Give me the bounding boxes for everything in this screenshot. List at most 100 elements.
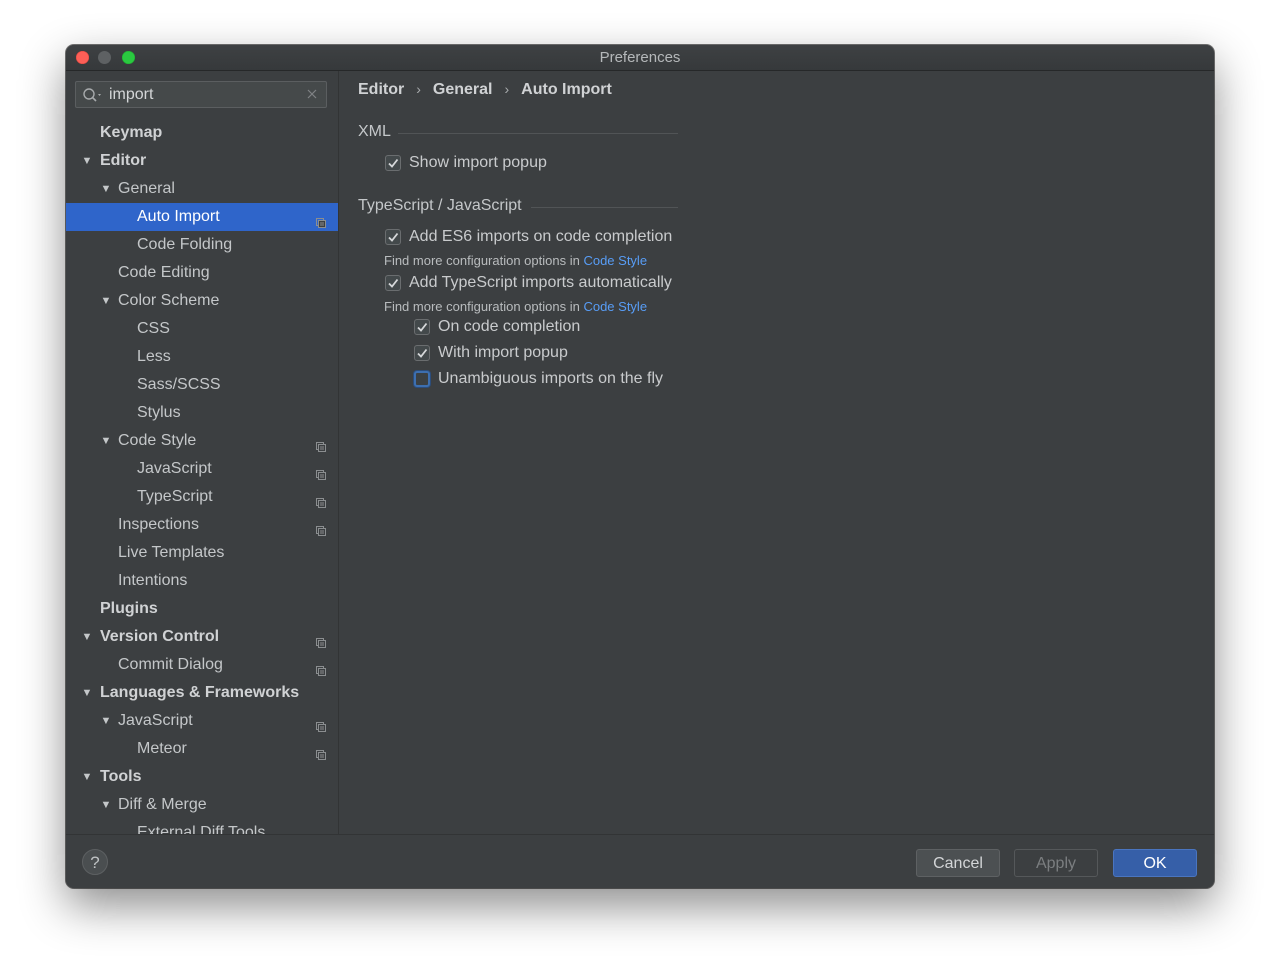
sidebar-item-languages-frameworks[interactable]: ▼ Languages & Frameworks <box>66 679 338 707</box>
expand-arrow-icon[interactable]: ▼ <box>100 707 112 735</box>
help-button[interactable]: ? <box>82 849 108 875</box>
sidebar-item-auto-import[interactable]: Auto Import <box>66 203 338 231</box>
sidebar-item-label: CSS <box>137 320 170 337</box>
sidebar-item-label: Commit Dialog <box>118 656 223 673</box>
typescript-section-divider <box>531 207 678 208</box>
on-code-completion-checkbox[interactable] <box>414 319 430 335</box>
checkmark-icon <box>417 348 428 358</box>
expand-arrow-icon[interactable]: ▼ <box>100 175 112 203</box>
typescript-config-hint: Find more configuration options in Code … <box>384 299 647 314</box>
checkmark-icon <box>417 322 428 332</box>
sidebar-item-plugins[interactable]: Plugins <box>66 595 338 623</box>
sidebar-item-label: Meteor <box>137 740 187 757</box>
checkmark-icon <box>388 278 399 288</box>
sidebar-item-label: Tools <box>100 768 142 785</box>
expand-arrow-icon[interactable]: ▼ <box>81 679 93 707</box>
search-input[interactable] <box>109 85 299 104</box>
sidebar-item-commit-dialog[interactable]: Commit Dialog <box>66 651 338 679</box>
sidebar-item-label: Auto Import <box>137 208 220 225</box>
sidebar-item-label: TypeScript <box>137 488 213 505</box>
code-style-link[interactable]: Code Style <box>583 299 647 314</box>
add-typescript-imports-checkbox[interactable] <box>385 275 401 291</box>
sidebar-item-label: JavaScript <box>137 460 212 477</box>
sidebar-item-stylus[interactable]: Stylus <box>66 399 338 427</box>
sidebar-item-less[interactable]: Less <box>66 343 338 371</box>
breadcrumb-separator: › <box>504 81 510 97</box>
sidebar-item-code-folding[interactable]: Code Folding <box>66 231 338 259</box>
ok-button[interactable]: OK <box>1113 849 1197 877</box>
project-settings-icon <box>315 463 327 480</box>
add-typescript-imports-label: Add TypeScript imports automatically <box>409 274 672 291</box>
sidebar-item-label: Languages & Frameworks <box>100 684 300 701</box>
unambiguous-imports-checkbox[interactable] <box>414 371 430 387</box>
project-settings-icon <box>315 743 327 760</box>
clear-search-icon[interactable] <box>306 88 318 100</box>
expand-arrow-icon[interactable]: ▼ <box>100 287 112 315</box>
sidebar-item-code-editing[interactable]: Code Editing <box>66 259 338 287</box>
project-settings-icon <box>315 631 327 648</box>
xml-section-divider <box>398 133 678 134</box>
on-code-completion-label: On code completion <box>438 318 581 335</box>
expand-arrow-icon[interactable]: ▼ <box>81 623 93 651</box>
sidebar-item-sass-scss[interactable]: Sass/SCSS <box>66 371 338 399</box>
sidebar-item-tools[interactable]: ▼ Tools <box>66 763 338 791</box>
sidebar-item-css[interactable]: CSS <box>66 315 338 343</box>
settings-search-box[interactable] <box>75 81 327 108</box>
expand-arrow-icon[interactable]: ▼ <box>100 791 112 819</box>
settings-sidebar: Keymap ▼ Editor ▼ General Auto Import Code Fol… <box>66 71 339 835</box>
sidebar-item-javascript[interactable]: JavaScript <box>66 455 338 483</box>
sidebar-item-editor[interactable]: ▼ Editor <box>66 147 338 175</box>
sidebar-item-label: Plugins <box>100 600 158 617</box>
sidebar-item-diff-merge[interactable]: ▼ Diff & Merge <box>66 791 338 819</box>
expand-arrow-icon[interactable]: ▼ <box>81 763 93 791</box>
sidebar-item-keymap[interactable]: Keymap <box>66 119 338 147</box>
sidebar-item-meteor[interactable]: Meteor <box>66 735 338 763</box>
sidebar-item-label: Version Control <box>100 628 220 645</box>
show-import-popup-checkbox[interactable] <box>385 155 401 171</box>
sidebar-item-intentions[interactable]: Intentions <box>66 567 338 595</box>
expand-arrow-icon[interactable]: ▼ <box>81 147 93 175</box>
expand-arrow-icon[interactable]: ▼ <box>100 427 112 455</box>
sidebar-item-label: Intentions <box>118 572 188 589</box>
project-settings-icon <box>315 435 327 452</box>
hint-text: Find more configuration options in <box>384 299 584 314</box>
project-settings-icon <box>315 715 327 732</box>
with-import-popup-label: With import popup <box>438 344 568 361</box>
sidebar-item-javascript[interactable]: ▼ JavaScript <box>66 707 338 735</box>
sidebar-item-label: Sass/SCSS <box>137 376 221 393</box>
breadcrumb-separator: › <box>416 81 421 97</box>
sidebar-item-label: Less <box>137 348 171 365</box>
typescript-section-title: TypeScript / JavaScript <box>358 197 522 214</box>
breadcrumb-general[interactable]: General <box>433 81 493 99</box>
sidebar-item-label: Editor <box>100 152 147 169</box>
sidebar-item-label: Color Scheme <box>118 292 220 309</box>
sidebar-item-external-diff-tools[interactable]: External Diff Tools <box>66 819 338 835</box>
breadcrumb-editor[interactable]: Editor <box>358 81 404 99</box>
preferences-window: Preferences Keymap ▼ Editor ▼ General Auto Im… <box>66 45 1214 888</box>
show-import-popup-label: Show import popup <box>409 154 547 171</box>
settings-tree: Keymap ▼ Editor ▼ General Auto Import Code Fol… <box>66 119 338 835</box>
code-style-link[interactable]: Code Style <box>583 253 647 268</box>
cancel-button[interactable]: Cancel <box>916 849 1000 877</box>
window-title: Preferences <box>599 49 681 66</box>
hint-text: Find more configuration options in <box>384 253 584 268</box>
sidebar-item-label: External Diff Tools <box>137 824 266 835</box>
dialog-footer: ? Cancel Apply OK <box>66 834 1214 888</box>
sidebar-item-version-control[interactable]: ▼ Version Control <box>66 623 338 651</box>
sidebar-item-label: Code Style <box>118 432 197 449</box>
apply-button[interactable]: Apply <box>1014 849 1098 877</box>
with-import-popup-checkbox[interactable] <box>414 345 430 361</box>
sidebar-item-typescript[interactable]: TypeScript <box>66 483 338 511</box>
sidebar-item-inspections[interactable]: Inspections <box>66 511 338 539</box>
sidebar-item-label: Live Templates <box>118 544 225 561</box>
project-settings-icon <box>315 491 327 508</box>
sidebar-item-label: Diff & Merge <box>118 796 207 813</box>
sidebar-item-label: Inspections <box>118 516 199 533</box>
sidebar-item-general[interactable]: ▼ General <box>66 175 338 203</box>
sidebar-item-live-templates[interactable]: Live Templates <box>66 539 338 567</box>
project-settings-icon <box>315 659 327 676</box>
xml-section-title: XML <box>358 123 391 140</box>
sidebar-item-color-scheme[interactable]: ▼ Color Scheme <box>66 287 338 315</box>
sidebar-item-code-style[interactable]: ▼ Code Style <box>66 427 338 455</box>
add-es6-imports-checkbox[interactable] <box>385 229 401 245</box>
